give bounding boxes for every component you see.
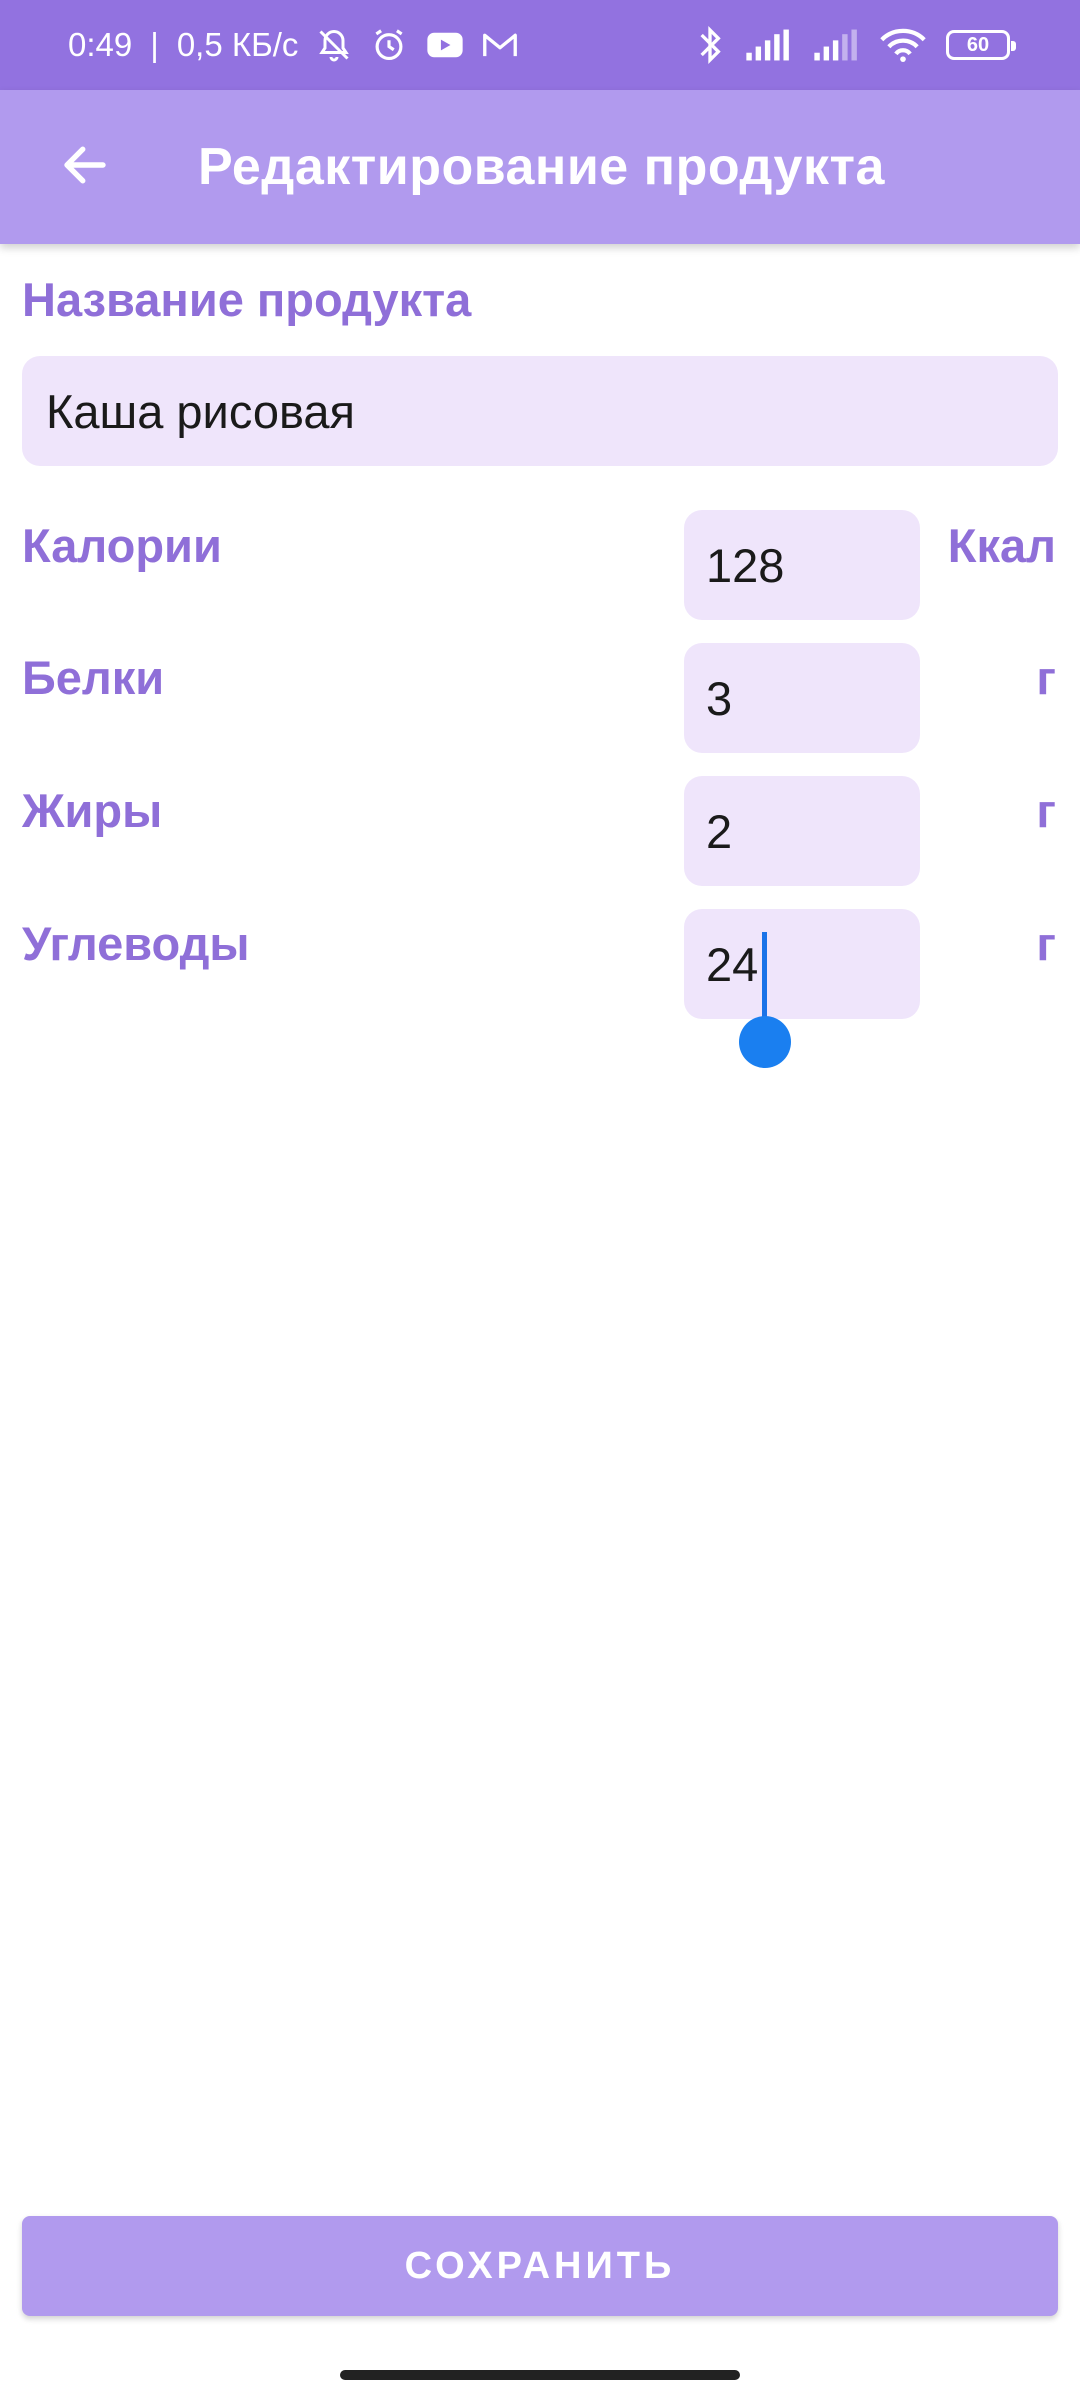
- app-bar: Редактирование продукта: [0, 90, 1080, 244]
- fat-unit: г: [1036, 784, 1056, 837]
- protein-input[interactable]: [684, 643, 920, 753]
- screen: 0:49 | 0,5 КБ/с 60 Редактирование продук…: [0, 0, 1080, 2400]
- status-time: 0:49: [68, 26, 133, 63]
- carbs-unit: г: [1036, 917, 1056, 970]
- product-name-label: Название продукта: [22, 273, 472, 326]
- alarm-icon: [370, 26, 408, 64]
- battery-icon: 60: [946, 30, 1016, 60]
- carbs-label: Углеводы: [22, 917, 250, 970]
- product-name-input[interactable]: [22, 356, 1058, 466]
- status-left: 0:49 | 0,5 КБ/с: [68, 0, 518, 90]
- fat-label: Жиры: [22, 784, 163, 837]
- bell-off-icon: [316, 27, 352, 63]
- protein-label: Белки: [22, 651, 165, 704]
- calories-label: Калории: [22, 519, 222, 572]
- carbs-input[interactable]: [684, 909, 920, 1019]
- gmail-icon: [482, 30, 518, 60]
- signal-icon: [744, 28, 792, 62]
- calories-input[interactable]: [684, 510, 920, 620]
- save-button[interactable]: СОХРАНИТЬ: [22, 2216, 1058, 2316]
- caret-handle[interactable]: [739, 1016, 791, 1068]
- status-right: 60: [696, 0, 1016, 90]
- status-network-speed: 0,5 КБ/с: [176, 26, 299, 63]
- calories-unit: Ккал: [947, 519, 1056, 572]
- arrow-left-icon: [58, 138, 112, 197]
- battery-level: 60: [966, 33, 990, 56]
- bluetooth-icon: [696, 25, 724, 65]
- page-title: Редактирование продукта: [198, 138, 885, 196]
- status-separator: |: [150, 26, 159, 63]
- back-button[interactable]: [40, 122, 130, 212]
- wifi-icon: [880, 27, 926, 63]
- fat-input[interactable]: [684, 776, 920, 886]
- signal-icon: [812, 28, 860, 62]
- youtube-icon: [426, 30, 464, 60]
- text-caret: [762, 932, 767, 1020]
- home-indicator[interactable]: [340, 2370, 740, 2380]
- status-bar: 0:49 | 0,5 КБ/с 60: [0, 0, 1080, 90]
- protein-unit: г: [1036, 651, 1056, 704]
